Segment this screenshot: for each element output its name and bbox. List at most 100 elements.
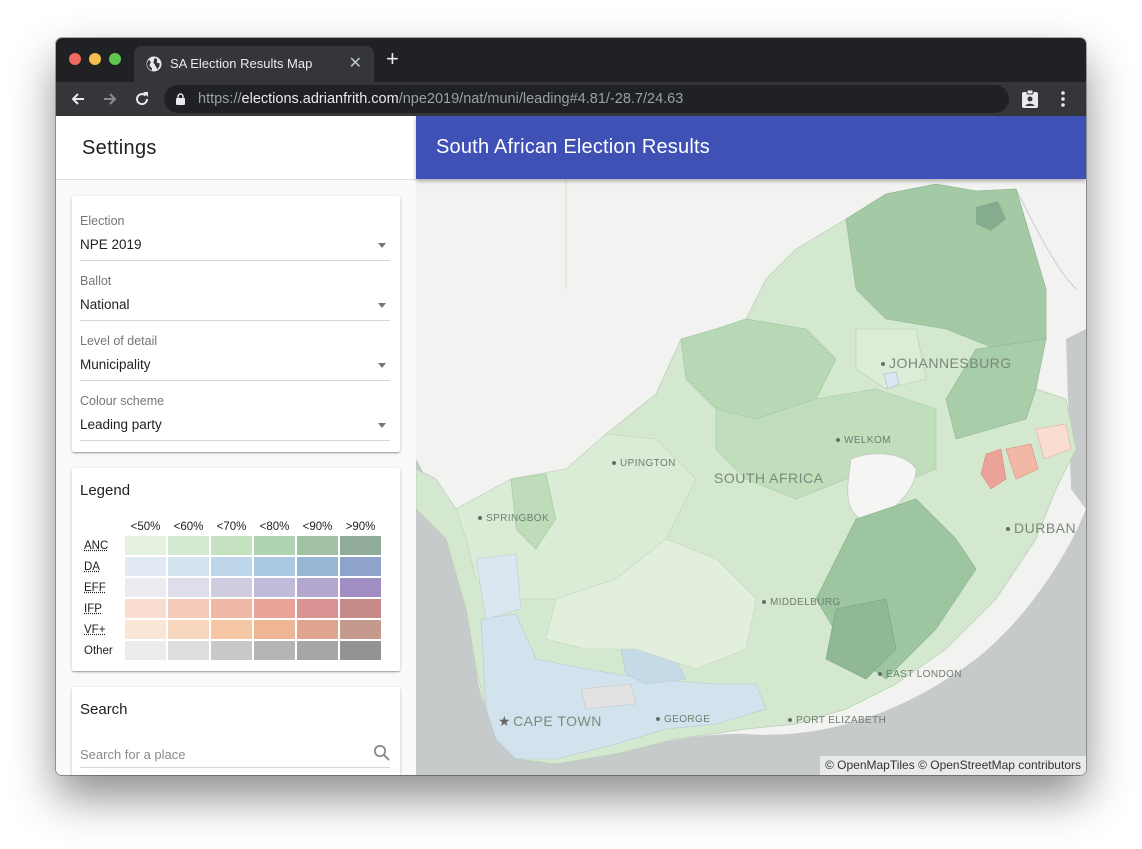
map-place-label: DURBAN [1006, 520, 1076, 536]
legend-swatch-cell [125, 578, 166, 597]
settings-card: Election NPE 2019 Ballot National Level … [72, 196, 400, 452]
party-name: Other [84, 644, 113, 657]
legend-body: ANC DA EFF IFP VF+ Other [82, 536, 381, 660]
level-of-detail-value[interactable]: Municipality [80, 357, 151, 372]
browser-tab[interactable]: SA Election Results Map ✕ [134, 46, 374, 82]
legend-party-label: ANC [82, 536, 123, 555]
more-menu-icon[interactable] [1058, 89, 1068, 109]
legend-swatch [168, 557, 209, 576]
legend-swatch-cell [297, 536, 338, 555]
dropdown-arrow-icon[interactable] [378, 423, 386, 428]
legend-swatch-cell [340, 536, 381, 555]
legend-swatch-cell [254, 536, 295, 555]
election-select[interactable]: Election NPE 2019 [80, 214, 390, 270]
reload-icon[interactable] [132, 89, 152, 109]
legend-party-label: EFF [82, 578, 123, 597]
legend-swatch-cell [297, 578, 338, 597]
browser-window: SA Election Results Map ✕ + https://elec… [56, 38, 1086, 775]
legend-swatch [297, 641, 338, 660]
legend-row: IFP [82, 599, 381, 618]
close-window-button[interactable] [69, 53, 81, 65]
legend-swatch-cell [254, 620, 295, 639]
capital-star-icon: ★ [498, 713, 512, 729]
legend-swatch-cell [211, 620, 252, 639]
party-name[interactable]: ANC [84, 540, 108, 552]
legend-swatch [254, 536, 295, 555]
legend-swatch [254, 599, 295, 618]
party-name[interactable]: VF+ [84, 624, 105, 636]
legend-swatch [297, 578, 338, 597]
legend-swatch [168, 620, 209, 639]
legend-swatch-cell [211, 557, 252, 576]
place-name: DURBAN [1014, 520, 1077, 536]
place-name: GEORGE [664, 714, 711, 725]
party-name[interactable]: EFF [84, 582, 106, 594]
page-content: Settings Election NPE 2019 Ballot Nation… [56, 116, 1086, 775]
settings-sidebar: Settings Election NPE 2019 Ballot Nation… [56, 116, 417, 775]
dropdown-arrow-icon[interactable] [378, 303, 386, 308]
address-bar[interactable]: https://elections.adrianfrith.com/npe201… [164, 85, 1009, 113]
search-input[interactable] [80, 745, 370, 763]
legend-swatch [340, 620, 381, 639]
forward-arrow-icon[interactable] [100, 89, 120, 109]
colour-scheme-select[interactable]: Colour scheme Leading party [80, 394, 390, 450]
legend-swatch [254, 641, 295, 660]
back-arrow-icon[interactable] [68, 89, 88, 109]
legend-swatch [125, 620, 166, 639]
legend-row: EFF [82, 578, 381, 597]
legend-swatch [168, 599, 209, 618]
legend-swatch-cell [125, 557, 166, 576]
legend-swatch [297, 599, 338, 618]
place-name: MIDDELBURG [770, 597, 841, 608]
globe-icon [146, 56, 162, 72]
dropdown-arrow-icon[interactable] [378, 243, 386, 248]
legend-swatch-cell [340, 641, 381, 660]
ballot-value[interactable]: National [80, 297, 130, 312]
app-title: South African Election Results [436, 136, 710, 158]
legend-party-label: IFP [82, 599, 123, 618]
map-place-label: WELKOM [836, 435, 891, 446]
legend-swatch [125, 641, 166, 660]
legend-swatch [211, 599, 252, 618]
maximize-window-button[interactable] [109, 53, 121, 65]
legend-column-header: <50% [130, 521, 161, 533]
colour-scheme-value[interactable]: Leading party [80, 417, 162, 432]
party-name[interactable]: IFP [84, 603, 102, 615]
place-dot-icon [1006, 527, 1010, 532]
map-attribution[interactable]: © OpenMapTiles © OpenStreetMap contribut… [819, 756, 1086, 775]
legend-column-header: >90% [345, 521, 376, 533]
search-underline [80, 767, 390, 768]
lock-icon [176, 93, 185, 105]
minimize-window-button[interactable] [89, 53, 101, 65]
browser-toolbar: https://elections.adrianfrith.com/npe201… [56, 82, 1086, 116]
map-place-label: GEORGE [656, 714, 710, 725]
legend-swatch [168, 536, 209, 555]
place-name: WELKOM [844, 435, 891, 446]
legend-swatch [297, 536, 338, 555]
close-tab-icon[interactable]: ✕ [349, 53, 362, 73]
legend-column-header: <70% [216, 521, 247, 533]
party-name[interactable]: DA [84, 561, 100, 573]
legend-row: Other [82, 641, 381, 660]
legend-column-header: <90% [302, 521, 333, 533]
level-of-detail-select[interactable]: Level of detail Municipality [80, 334, 390, 390]
legend-party-label: Other [82, 641, 123, 660]
legend-swatch [340, 557, 381, 576]
legend-swatch-cell [168, 599, 209, 618]
sidebar-title: Settings [82, 137, 157, 159]
map-place-label: ★ CAPE TOWN [498, 713, 602, 730]
legend-swatch-cell [168, 578, 209, 597]
map-place-label: EAST LONDON [878, 669, 962, 680]
legend-swatch-cell [168, 620, 209, 639]
clipboard-profile-icon[interactable] [1022, 90, 1038, 108]
ballot-select[interactable]: Ballot National [80, 274, 390, 330]
search-icon[interactable] [373, 744, 390, 761]
election-map[interactable]: JOHANNESBURG WELKOM SOUTH AFRICA UPINGTON SP… [416, 179, 1086, 775]
new-tab-button[interactable]: + [386, 48, 399, 70]
election-value[interactable]: NPE 2019 [80, 237, 142, 252]
legend-swatch-cell [254, 599, 295, 618]
app-bar: South African Election Results [416, 116, 1086, 179]
dropdown-arrow-icon[interactable] [378, 363, 386, 368]
legend-swatch-cell [340, 578, 381, 597]
map-place-label: UPINGTON [612, 458, 676, 469]
